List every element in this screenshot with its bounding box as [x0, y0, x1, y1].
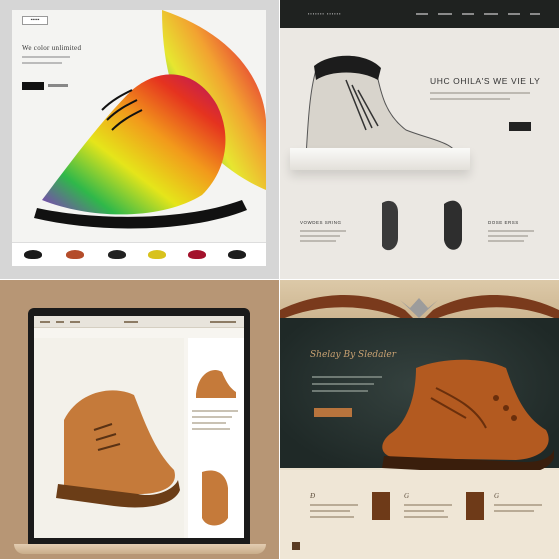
boot-side-thumb[interactable] [372, 198, 408, 258]
feature-number: Ɖ [310, 492, 316, 500]
laptop-panel [0, 280, 279, 559]
tan-sneaker-image [56, 390, 180, 508]
browser-toolbar [34, 316, 244, 328]
tab-link[interactable] [56, 321, 64, 323]
variant-thumb[interactable] [24, 250, 42, 259]
hero-copy [312, 376, 382, 397]
variant-thumb[interactable] [188, 250, 206, 259]
nav-link[interactable] [416, 13, 428, 15]
tab-link[interactable] [40, 321, 50, 323]
corner-logo[interactable] [292, 542, 300, 550]
nav-link[interactable] [484, 13, 498, 15]
rainbow-sneaker-panel: ▪▪▪▪▪ We color unlimited [0, 0, 279, 279]
feature-right-title: DOSE ERSS [488, 220, 519, 225]
feature-number: G [494, 492, 500, 500]
rainbow-sneaker-page: ▪▪▪▪▪ We color unlimited [12, 10, 266, 266]
laptop-frame [28, 308, 250, 544]
product-specs [192, 410, 238, 434]
feature-right-copy [488, 230, 534, 245]
variant-thumb[interactable] [148, 250, 166, 259]
display-shelf [290, 148, 470, 170]
feature-left-copy [300, 230, 346, 245]
variant-thumb[interactable] [108, 250, 126, 259]
boot-top-thumb[interactable] [436, 198, 472, 258]
product-description [430, 92, 540, 104]
brogue-panel: Shelay By Sledaler Ɖ G G [280, 280, 559, 559]
brand-logo[interactable]: ▪▪▪▪▪▪▪ ▪▪▪▪▪▪ [308, 11, 342, 16]
grey-boot-panel: ▪▪▪▪▪▪▪ ▪▪▪▪▪▪ UHC OHILA'S WE VIE LY VOW… [280, 0, 559, 279]
laptop-base [14, 544, 266, 554]
color-variant-strip [12, 242, 266, 266]
feature-copy [310, 504, 358, 522]
brogue-shoe-image [382, 359, 554, 475]
tab-link[interactable] [210, 321, 236, 323]
feature-thumb[interactable] [372, 492, 390, 520]
nav-link[interactable] [438, 13, 452, 15]
product-title: UHC OHILA'S WE VIE LY [430, 76, 541, 86]
variant-thumb[interactable] [228, 250, 246, 259]
side-thumb-top[interactable] [192, 364, 238, 404]
laptop-screen [34, 316, 244, 538]
rainbow-sneaker-image [34, 10, 266, 229]
feature-copy [404, 504, 452, 522]
nav-link[interactable] [508, 13, 520, 15]
feature-copy [494, 504, 542, 516]
feature-thumb[interactable] [466, 492, 484, 520]
top-nav: ▪▪▪▪▪▪▪ ▪▪▪▪▪▪ [280, 0, 559, 28]
tab-link[interactable] [124, 321, 138, 323]
side-thumb-bottom[interactable] [192, 468, 238, 528]
variant-thumb[interactable] [66, 250, 84, 259]
feature-left-title: VOWDES SRING [300, 220, 342, 225]
nav-link[interactable] [462, 13, 474, 15]
feature-number: G [404, 492, 410, 500]
shop-button[interactable] [314, 408, 352, 417]
tab-link[interactable] [70, 321, 80, 323]
nav-link[interactable] [530, 13, 540, 15]
buy-button[interactable] [509, 122, 531, 131]
